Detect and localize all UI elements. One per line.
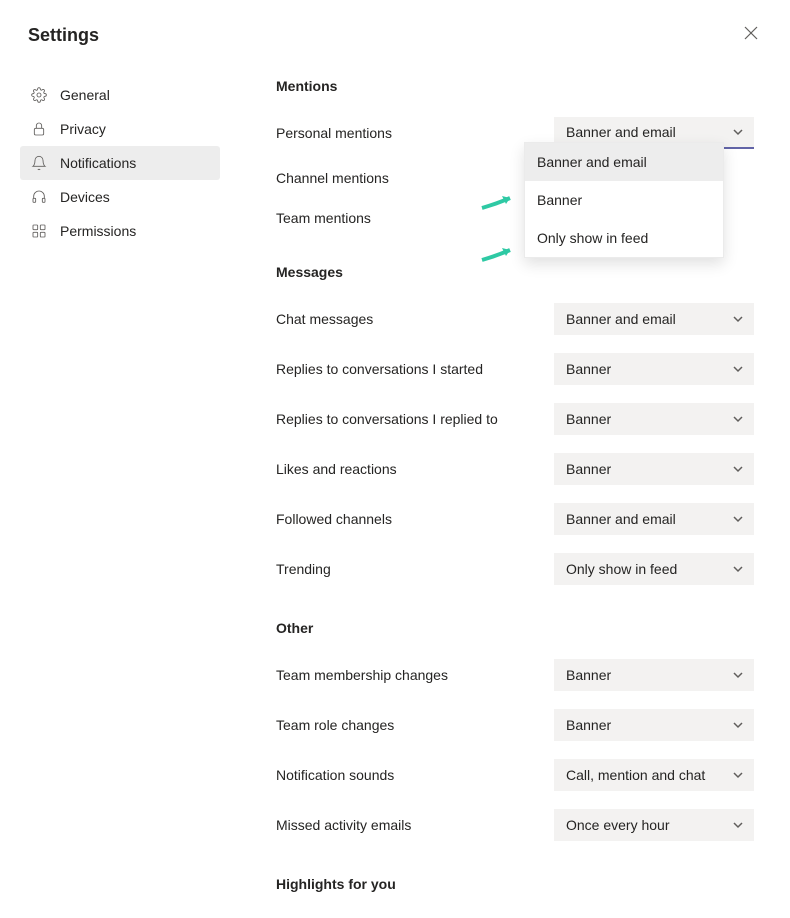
setting-label: Likes and reactions (276, 461, 397, 477)
chevron-down-icon (732, 719, 744, 731)
section-title-messages: Messages (276, 264, 754, 280)
setting-label: Followed channels (276, 511, 392, 527)
setting-row-role: Team role changes Banner (276, 700, 754, 750)
setting-row-replies-replied: Replies to conversations I replied to Ba… (276, 394, 754, 444)
chevron-down-icon (732, 819, 744, 831)
dropdown-value: Banner (566, 717, 611, 733)
section-title-mentions: Mentions (276, 78, 754, 94)
chevron-down-icon (732, 126, 744, 138)
sidebar-item-privacy[interactable]: Privacy (20, 112, 220, 146)
dropdown-option-banner-and-email[interactable]: Banner and email (525, 143, 723, 181)
dropdown-replies-started[interactable]: Banner (554, 353, 754, 385)
setting-label: Chat messages (276, 311, 373, 327)
dropdown-value: Call, mention and chat (566, 767, 705, 783)
setting-row-likes: Likes and reactions Banner (276, 444, 754, 494)
dropdown-value: Banner (566, 411, 611, 427)
sidebar-item-label: General (60, 87, 110, 103)
sidebar-item-devices[interactable]: Devices (20, 180, 220, 214)
sidebar-item-notifications[interactable]: Notifications (20, 146, 220, 180)
section-title-highlights: Highlights for you (276, 876, 754, 892)
dropdown-value: Banner and email (566, 124, 676, 140)
dropdown-sounds[interactable]: Call, mention and chat (554, 759, 754, 791)
dropdown-value: Banner (566, 361, 611, 377)
chevron-down-icon (732, 513, 744, 525)
page-title: Settings (28, 25, 99, 46)
headset-icon (30, 188, 48, 206)
dropdown-chat-messages[interactable]: Banner and email (554, 303, 754, 335)
setting-label: Notification sounds (276, 767, 394, 783)
setting-row-chat-messages: Chat messages Banner and email (276, 294, 754, 344)
setting-label: Replies to conversations I started (276, 361, 483, 377)
dropdown-option-only-show-in-feed[interactable]: Only show in feed (525, 219, 723, 257)
dropdown-value: Only show in feed (566, 561, 677, 577)
dropdown-trending[interactable]: Only show in feed (554, 553, 754, 585)
settings-sidebar: General Privacy Notifications Devices Pe (20, 66, 220, 918)
setting-row-missed: Missed activity emails Once every hour (276, 800, 754, 850)
setting-row-membership: Team membership changes Banner (276, 650, 754, 700)
gear-icon (30, 86, 48, 104)
dropdown-likes[interactable]: Banner (554, 453, 754, 485)
chevron-down-icon (732, 413, 744, 425)
section-title-other: Other (276, 620, 754, 636)
setting-row-followed: Followed channels Banner and email (276, 494, 754, 544)
dropdown-menu-personal-mentions: Banner and email Banner Only show in fee… (524, 142, 724, 258)
setting-label: Personal mentions (276, 125, 392, 141)
setting-label: Team mentions (276, 210, 371, 226)
chevron-down-icon (732, 463, 744, 475)
sidebar-item-label: Notifications (60, 155, 136, 171)
dropdown-role[interactable]: Banner (554, 709, 754, 741)
close-icon[interactable] (740, 22, 762, 48)
chevron-down-icon (732, 363, 744, 375)
sidebar-item-label: Privacy (60, 121, 106, 137)
sidebar-item-general[interactable]: General (20, 78, 220, 112)
apps-icon (30, 222, 48, 240)
chevron-down-icon (732, 669, 744, 681)
dropdown-value: Banner (566, 667, 611, 683)
setting-row-sounds: Notification sounds Call, mention and ch… (276, 750, 754, 800)
setting-label: Replies to conversations I replied to (276, 411, 498, 427)
setting-label: Team role changes (276, 717, 394, 733)
chevron-down-icon (732, 563, 744, 575)
setting-row-trending: Trending Only show in feed (276, 544, 754, 594)
setting-row-replies-started: Replies to conversations I started Banne… (276, 344, 754, 394)
sidebar-item-label: Devices (60, 189, 110, 205)
lock-icon (30, 120, 48, 138)
dropdown-followed[interactable]: Banner and email (554, 503, 754, 535)
chevron-down-icon (732, 313, 744, 325)
setting-label: Channel mentions (276, 170, 389, 186)
sidebar-item-permissions[interactable]: Permissions (20, 214, 220, 248)
dropdown-replies-replied[interactable]: Banner (554, 403, 754, 435)
dropdown-value: Banner (566, 461, 611, 477)
dropdown-membership[interactable]: Banner (554, 659, 754, 691)
dropdown-option-banner[interactable]: Banner (525, 181, 723, 219)
setting-label: Missed activity emails (276, 817, 411, 833)
bell-icon (30, 154, 48, 172)
dropdown-value: Banner and email (566, 511, 676, 527)
dropdown-value: Banner and email (566, 311, 676, 327)
setting-label: Team membership changes (276, 667, 448, 683)
dropdown-value: Once every hour (566, 817, 670, 833)
chevron-down-icon (732, 769, 744, 781)
dropdown-missed[interactable]: Once every hour (554, 809, 754, 841)
sidebar-item-label: Permissions (60, 223, 136, 239)
setting-label: Trending (276, 561, 331, 577)
